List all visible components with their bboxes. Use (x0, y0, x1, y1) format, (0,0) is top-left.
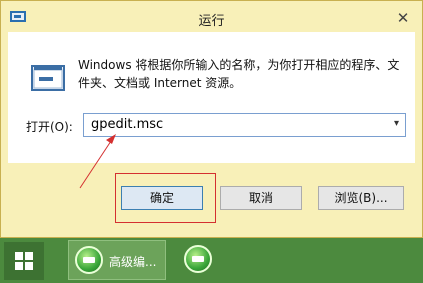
annotation-arrow (79, 134, 116, 189)
taskbar-item-active[interactable]: 高级编... (68, 240, 166, 280)
taskbar-item-label: 高级编... (109, 255, 157, 269)
taskbar: 高级编... (0, 238, 423, 283)
start-button[interactable] (4, 242, 44, 280)
green-app-icon (184, 245, 212, 273)
taskbar-item[interactable] (178, 240, 218, 280)
green-app-icon (75, 246, 103, 274)
windows-logo-icon (15, 252, 34, 271)
